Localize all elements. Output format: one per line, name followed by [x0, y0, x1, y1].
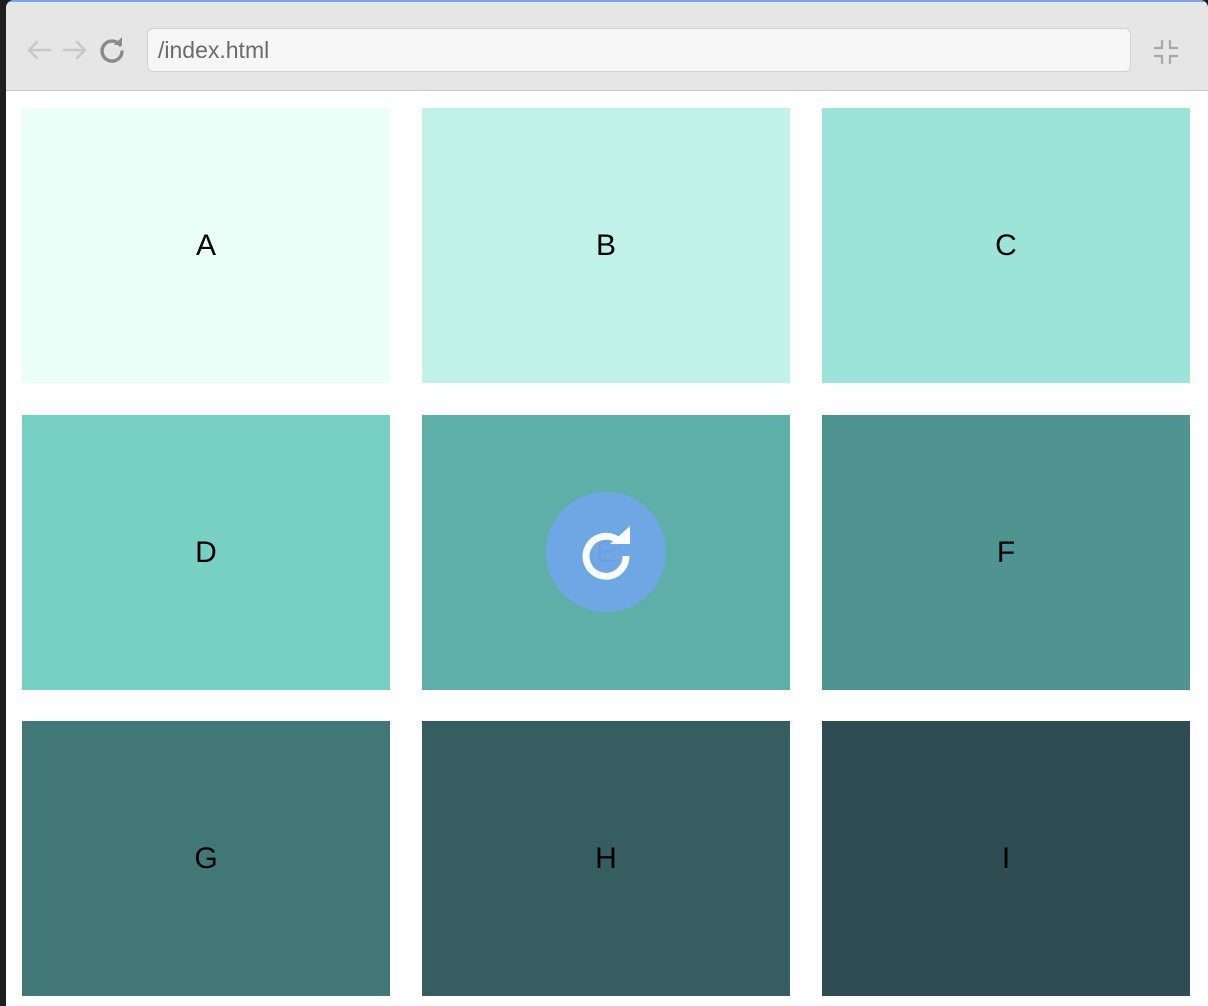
tile-a[interactable]: A [22, 108, 390, 383]
arrow-right-icon [62, 40, 87, 60]
tile-label: B [595, 228, 616, 262]
tile-label: H [595, 841, 617, 875]
forward-button[interactable] [60, 35, 90, 65]
tile-label: G [194, 841, 218, 875]
tile-c[interactable]: C [822, 108, 1190, 383]
reload-icon [582, 526, 630, 580]
tile-label: A [195, 228, 216, 262]
tile-h[interactable]: H [422, 721, 790, 996]
tile-f[interactable]: F [822, 415, 1190, 690]
reload-icon [100, 37, 124, 63]
exit-fullscreen-icon[interactable] [1152, 38, 1180, 66]
back-button[interactable] [24, 35, 54, 65]
reload-overlay-button[interactable] [546, 492, 666, 612]
tile-label: F [996, 535, 1016, 569]
tile-label: D [195, 535, 217, 569]
browser-window: /index.html A B C D E F G H I [6, 0, 1208, 1006]
tile-label: I [1001, 841, 1011, 875]
tile-b[interactable]: B [422, 108, 790, 383]
arrow-left-icon [27, 40, 52, 60]
tile-i[interactable]: I [822, 721, 1190, 996]
tile-g[interactable]: G [22, 721, 390, 996]
address-text: /index.html [158, 36, 270, 63]
tile-d[interactable]: D [22, 415, 390, 690]
tile-label: C [995, 228, 1017, 262]
address-bar[interactable]: /index.html [147, 28, 1131, 72]
reload-button[interactable] [97, 35, 127, 65]
browser-toolbar: /index.html [6, 2, 1208, 91]
